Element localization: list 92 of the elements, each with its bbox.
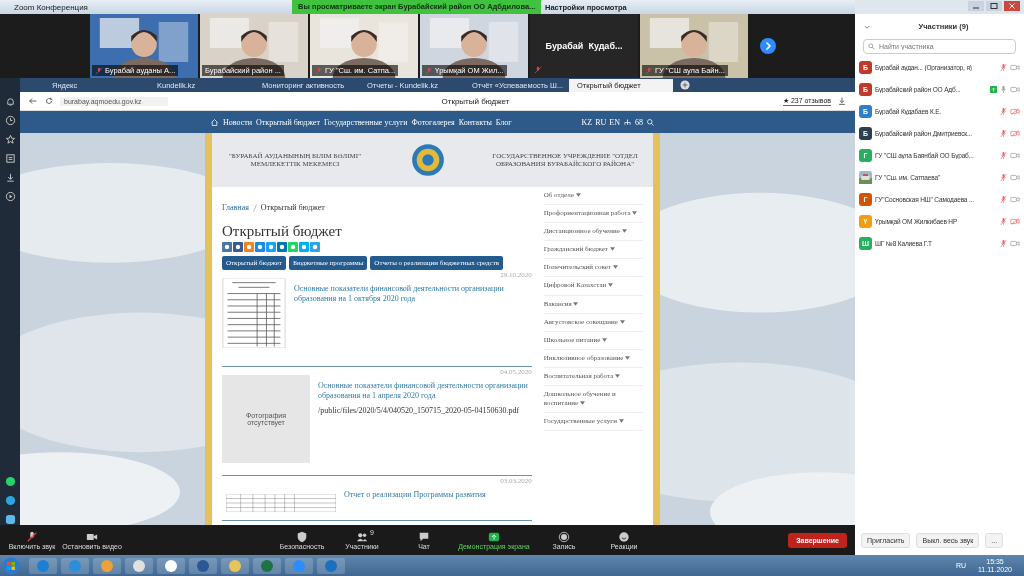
next-page-icon[interactable] [760,38,776,54]
taskbar-app-icon[interactable] [124,556,154,575]
document-thumbnail[interactable] [226,494,336,512]
record-icon [558,530,570,543]
video-icon[interactable] [1010,151,1020,159]
visitor-counter: 68 [635,117,643,127]
nav-link[interactable]: Новости [223,117,253,127]
language-link[interactable]: KZ [581,117,593,127]
muted-mic-icon[interactable] [1000,194,1007,204]
messenger-icon[interactable] [4,514,16,525]
muted-mic-icon[interactable] [1000,128,1007,138]
taskbar-app-icon[interactable] [92,556,122,575]
share-icon[interactable] [255,242,265,252]
taskbar-app-icon[interactable] [188,556,218,575]
caret-icon [573,301,579,306]
post-title-link[interactable]: Отчет о реализации Программы развития [344,490,486,501]
telegram-icon[interactable] [4,495,16,506]
start-button[interactable] [2,556,20,575]
whatsapp-icon[interactable] [4,476,16,487]
page-title: Открытый бюджет [440,96,511,106]
caret-icon [609,247,615,252]
people-icon [356,530,368,543]
separator-icon [252,203,257,212]
video-icon[interactable] [1010,85,1020,93]
home-icon[interactable] [210,117,219,127]
document-thumbnail[interactable] [222,278,286,348]
nav-link[interactable]: Открытый бюджет [256,117,320,127]
language-link[interactable]: RU [595,117,607,127]
caret-icon [621,229,627,234]
video-icon[interactable] [1010,195,1020,203]
nav-link[interactable]: Фотогалерея [411,117,455,127]
window-title: Zoom Конференция [13,2,88,12]
breadcrumb-current: Открытый бюджет [260,203,325,212]
muted-mic-icon[interactable] [1000,62,1007,72]
caret-icon [575,193,581,197]
share-icon[interactable] [233,242,243,252]
caret-icon [608,283,614,288]
video-icon[interactable] [1010,173,1020,181]
emblem-icon [410,143,445,177]
share-icon[interactable] [277,242,287,252]
video-off-icon[interactable] [1010,129,1020,137]
post-title-link[interactable]: Основные показатели финансовой деятельности организации образования на 1 апреля 2020 года [318,381,532,402]
download-icon[interactable] [837,96,847,106]
participant-name: Бурабай Кудаб... [545,41,623,51]
muted-mic-icon[interactable] [1000,172,1007,182]
play-icon[interactable] [4,191,16,202]
caret-icon [619,319,625,324]
share-screen-icon [488,530,500,543]
collections-icon[interactable] [4,153,16,164]
nav-link[interactable]: Контакты [458,117,492,127]
file-link[interactable]: /public/files/2020/5/4/040520_150715_2020-05-04150630.pdf [318,405,532,415]
restore-icon[interactable] [986,1,1002,11]
taskbar-app-icon[interactable] [156,556,186,575]
muted-mic-icon[interactable] [1000,216,1007,226]
caret-icon [602,337,608,342]
mic-icon[interactable] [1000,84,1007,94]
video-icon[interactable] [1010,63,1020,71]
reload-icon[interactable] [44,96,54,106]
close-icon[interactable] [1004,1,1020,11]
bell-icon[interactable] [4,96,16,107]
shield-icon [296,530,308,543]
caret-icon [632,211,638,216]
video-off-icon[interactable] [1010,107,1020,115]
taskbar-app-icon[interactable] [220,556,250,575]
share-icon[interactable] [266,242,276,252]
smiley-icon [618,530,630,543]
muted-mic-icon[interactable] [1000,238,1007,248]
caret-icon [618,419,624,424]
chat-bubble-icon [418,530,430,543]
post-title-link[interactable]: Основные показатели финансовой деятельности организации образования на 1 октября 2020 года [294,284,532,305]
breadcrumb-link[interactable]: Главная [222,203,249,212]
muted-mic-icon[interactable] [1000,150,1007,160]
video-off-icon[interactable] [1010,217,1020,225]
nav-link[interactable]: Государственные услуги [323,117,408,127]
download-icon[interactable] [4,172,16,183]
clock-icon[interactable] [4,115,16,126]
video-icon[interactable] [1010,239,1020,247]
star-icon[interactable] [4,134,16,145]
nav-link[interactable]: Блог [495,117,512,127]
search-icon[interactable] [646,117,655,127]
share-icon[interactable] [222,242,232,252]
page-heading: Открытый бюджет [222,223,343,240]
muted-mic-icon [26,530,38,543]
back-icon[interactable] [28,96,38,106]
caret-icon [625,355,631,360]
caret-icon [615,373,620,378]
muted-mic-icon[interactable] [1000,106,1007,116]
language-link[interactable]: EN [609,117,620,127]
caret-icon [579,401,585,406]
caret-icon [612,265,618,270]
new-tab-icon[interactable] [680,80,690,90]
sitemap-icon[interactable] [623,117,632,127]
